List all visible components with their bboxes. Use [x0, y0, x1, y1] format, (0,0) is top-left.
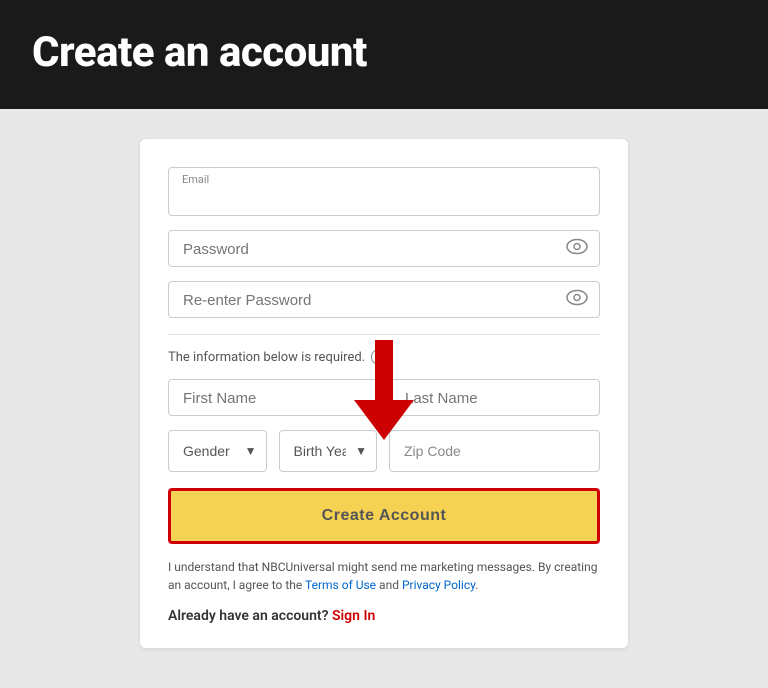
password-input[interactable]	[168, 230, 600, 267]
zip-code-input[interactable]	[389, 430, 600, 472]
first-name-input[interactable]	[168, 379, 378, 416]
reenter-password-input[interactable]	[168, 281, 600, 318]
email-group: Email	[168, 167, 600, 216]
form-divider	[168, 334, 600, 335]
signin-prompt: Already have an account? Sign In	[168, 608, 600, 624]
name-row	[168, 379, 600, 416]
bottom-row: Gender Male Female Non-binary Prefer not…	[168, 430, 600, 472]
terms-period: .	[475, 578, 478, 592]
birth-year-select-wrapper: Birth Year 2005 2004 2000 1990 1980 ▼	[279, 430, 378, 472]
reenter-eye-icon[interactable]	[566, 289, 588, 310]
info-icon: i	[371, 349, 387, 365]
signup-card: Email The i	[140, 139, 628, 648]
email-input[interactable]	[168, 167, 600, 216]
create-account-button[interactable]: Create Account	[168, 488, 600, 544]
already-have-account-text: Already have an account?	[168, 608, 329, 624]
gender-select[interactable]: Gender Male Female Non-binary Prefer not…	[168, 430, 267, 472]
privacy-policy-link[interactable]: Privacy Policy	[402, 578, 475, 592]
birth-year-select[interactable]: Birth Year 2005 2004 2000 1990 1980	[279, 430, 378, 472]
required-info: The information below is required. i	[168, 349, 600, 365]
gender-select-wrapper: Gender Male Female Non-binary Prefer not…	[168, 430, 267, 472]
last-name-input[interactable]	[390, 379, 600, 416]
first-name-group	[168, 379, 378, 416]
reenter-password-group	[168, 281, 600, 318]
terms-and: and	[376, 578, 402, 592]
required-text: The information below is required.	[168, 350, 365, 365]
terms-of-use-link[interactable]: Terms of Use	[305, 578, 376, 592]
page-title: Create an account	[32, 28, 736, 77]
terms-text: I understand that NBCUniversal might sen…	[168, 558, 600, 594]
password-group	[168, 230, 600, 267]
last-name-group	[390, 379, 600, 416]
page-header: Create an account	[0, 0, 768, 109]
page-body: Email The i	[0, 109, 768, 688]
password-eye-icon[interactable]	[566, 238, 588, 259]
signin-link[interactable]: Sign In	[332, 608, 375, 624]
